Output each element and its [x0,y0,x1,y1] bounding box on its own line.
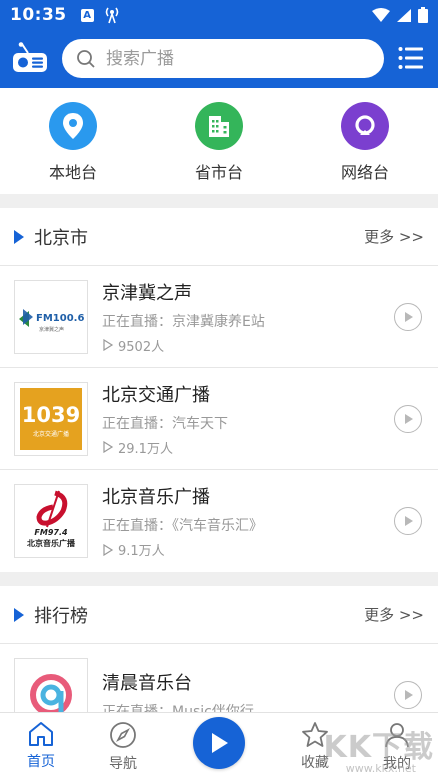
status-bar: 10:35 A [0,0,438,30]
play-small-icon [103,441,114,453]
station-info: 清晨音乐台 正在直播：Music伴你行 [102,669,424,712]
more-link[interactable]: 更多 >> [364,604,424,625]
station-logo: 1039 北京交通广播 [14,381,88,456]
watermark: KK下载 [323,730,434,765]
station-logo: FM100.6 京津冀之声 [14,279,88,354]
search-box[interactable] [62,39,384,78]
category-row: 本地台 省市台 网络台 [0,88,438,194]
home-icon [29,722,53,746]
battery-icon [418,7,428,23]
station-listeners: 9.1万人 [102,540,424,559]
category-label: 省市台 [194,163,243,182]
listener-count: 29.1万人 [118,441,173,457]
play-icon [405,690,413,700]
category-local[interactable]: 本地台 [0,88,146,194]
listener-count: 9502人 [118,339,165,355]
status-time: 10:35 [10,5,67,25]
play-icon [405,516,413,526]
station-info: 京津冀之声 正在直播：京津冀康养E站 9502人 [102,279,424,355]
station-listeners: 29.1万人 [102,438,424,457]
radio-logo-icon[interactable] [12,42,48,74]
search-input[interactable] [106,48,356,69]
category-label: 本地台 [48,163,97,182]
nav-home[interactable]: 首页 [0,713,82,778]
play-icon [405,312,413,322]
status-right-icons [372,7,428,23]
section-header: 排行榜 更多 >> [0,586,438,644]
section-beijing: 北京市 更多 >> FM100.6 京津冀之声 京津冀之声 正在直播：京津冀康养… [0,208,438,572]
triangle-marker-icon [14,607,24,622]
nav-label: 导航 [109,756,137,772]
section-header: 北京市 更多 >> [0,208,438,266]
play-button[interactable] [394,405,422,433]
station-info: 北京音乐广播 正在直播：《汽车音乐汇》 9.1万人 [102,483,424,559]
search-icon [77,49,95,68]
station-name: 京津冀之声 [102,282,192,304]
station-item[interactable]: FM100.6 京津冀之声 京津冀之声 正在直播：京津冀康养E站 9502人 [0,266,438,368]
triangle-marker-icon [14,229,24,244]
station-logo-sub: 北京音乐广播 [27,538,76,548]
category-network[interactable]: 网络台 [292,88,438,194]
station-logo-text: FM97.4 [34,528,68,537]
signal-icon [397,8,411,22]
category-province[interactable]: 省市台 [146,88,292,194]
app-bar [0,30,438,88]
category-label: 网络台 [340,163,389,182]
station-item[interactable]: FM97.4 北京音乐广播 北京音乐广播 正在直播：《汽车音乐汇》 9.1万人 [0,470,438,572]
station-logo-sub: 京津冀之声 [39,326,64,333]
play-button[interactable] [394,303,422,331]
a-badge-icon: A [80,8,94,22]
app-screen: 10:35 A 搜索广播 本地台 省市台 网络台 北京市 更多 >> FM100… [0,0,438,778]
nav-center [164,713,274,778]
building-icon [195,102,243,150]
section-title: 北京市 [34,227,88,249]
play-small-icon [103,543,114,556]
station-now-playing: 正在直播：京津冀康养E站 [102,313,265,330]
play-small-icon [103,339,114,351]
play-button[interactable] [394,681,422,709]
station-logo-text: FM100.6 [36,313,84,324]
station-now-playing: 正在直播：Music伴你行 [102,704,254,712]
station-logo [14,658,88,712]
more-link[interactable]: 更多 >> [364,226,424,247]
play-button[interactable] [394,507,422,535]
antenna-icon [105,7,118,24]
location-icon [49,102,97,150]
station-item[interactable]: 1039 北京交通广播 北京交通广播 正在直播：汽车天下 29.1万人 [0,368,438,470]
section-title: 排行榜 [34,605,88,627]
station-item[interactable]: 清晨音乐台 正在直播：Music伴你行 [0,644,438,712]
station-logo: FM97.4 北京音乐广播 [14,484,88,558]
station-logo-text: 1039 [22,403,80,427]
station-now-playing: 正在直播：《汽车音乐汇》 [102,518,263,534]
station-name: 北京交通广播 [102,384,210,406]
listener-count: 9.1万人 [118,544,165,559]
wifi-icon [372,7,390,22]
watermark-url: www.kkx.net [345,762,416,775]
status-left-icons: A [80,6,120,24]
main-play-button[interactable] [193,717,245,769]
play-icon [212,733,228,753]
nav-guide[interactable]: 导航 [82,713,164,778]
section-ranking: 排行榜 更多 >> 清晨音乐台 正在直播：Music伴你行 [0,586,438,712]
compass-icon [110,722,136,748]
play-icon [405,414,413,424]
station-logo-sub: 北京交通广播 [33,430,69,438]
station-name: 清晨音乐台 [102,673,192,694]
menu-list-icon[interactable] [398,46,424,70]
station-listeners: 9502人 [102,336,424,355]
station-info: 北京交通广播 正在直播：汽车天下 29.1万人 [102,381,424,457]
network-icon [341,102,389,150]
nav-label: 首页 [27,754,55,770]
station-name: 北京音乐广播 [102,487,210,508]
station-now-playing: 正在直播：汽车天下 [102,415,228,432]
